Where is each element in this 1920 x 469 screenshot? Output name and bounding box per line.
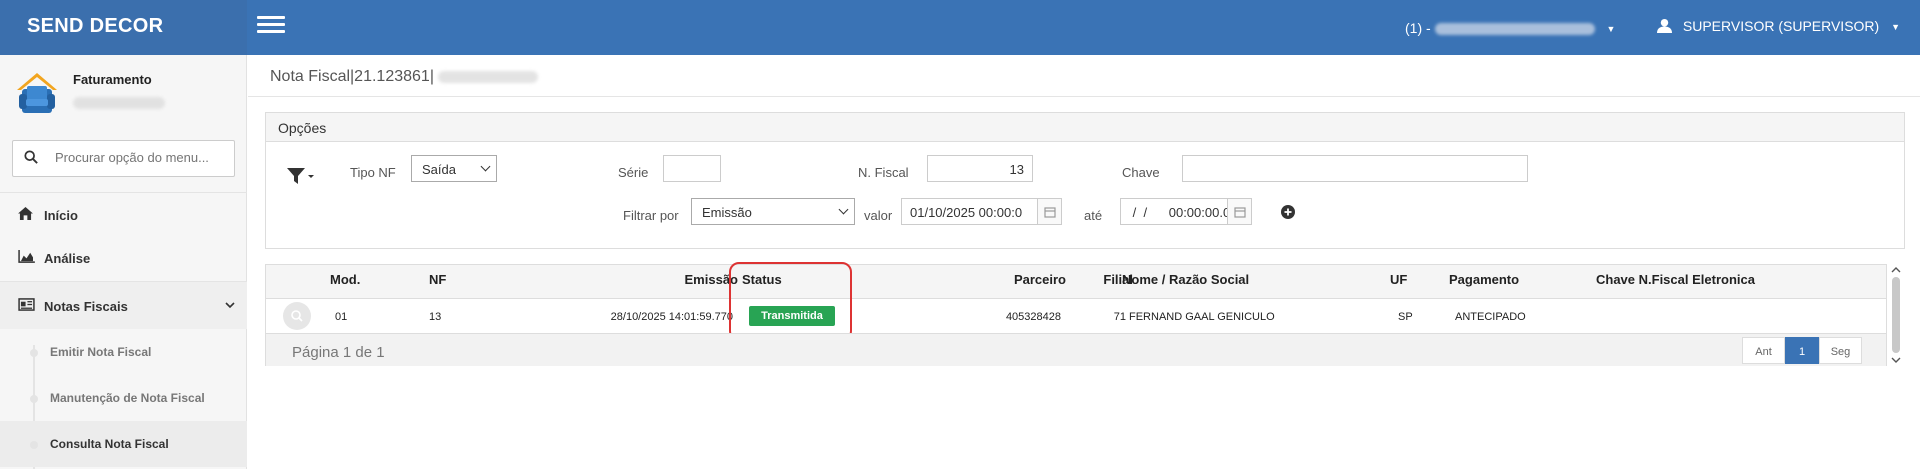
search-icon xyxy=(24,150,38,164)
calendar-icon xyxy=(1234,207,1246,218)
column-header-chave[interactable]: Chave N.Fiscal Eletronica xyxy=(1596,272,1755,287)
cell-nf: 13 xyxy=(429,311,442,323)
cell-pagamento: ANTECIPADO xyxy=(1455,311,1526,323)
column-header-nf[interactable]: NF xyxy=(429,272,446,287)
valor-label: valor xyxy=(864,208,893,223)
caret-down-icon: ▼ xyxy=(1606,24,1616,35)
bullet-icon xyxy=(30,349,38,357)
magnifier-icon[interactable] xyxy=(283,302,311,330)
scroll-thumb[interactable] xyxy=(1892,277,1900,353)
column-header-parceiro[interactable]: Parceiro xyxy=(986,272,1066,287)
armchair-logo-icon xyxy=(13,68,61,116)
nfiscal-label: N. Fiscal xyxy=(858,165,909,180)
valor-calendar-button[interactable] xyxy=(1038,198,1062,225)
page-title: Nota Fiscal|21.123861| xyxy=(270,68,538,86)
calendar-icon xyxy=(1044,207,1056,218)
sidebar-item-label: Notas Fiscais xyxy=(44,299,128,314)
ate-calendar-button[interactable] xyxy=(1228,198,1252,225)
scroll-down-icon[interactable] xyxy=(1889,354,1903,366)
cell-filial: 71 xyxy=(1113,311,1126,323)
page-title-text: Nota Fiscal|21.123861| xyxy=(270,68,434,85)
chevron-down-icon xyxy=(838,204,849,215)
chave-label: Chave xyxy=(1122,165,1160,180)
user-menu[interactable]: SUPERVISOR (SUPERVISOR) ▼ xyxy=(1657,18,1900,34)
grid-footer: Página 1 de 1 Ant 1 Seg xyxy=(266,334,1886,366)
app-title: Faturamento xyxy=(73,72,152,87)
filter-icon[interactable] xyxy=(286,167,314,185)
top-bar: SEND DECOR (1) - ▼ SUPERVISOR (SUPERVISO… xyxy=(0,0,1920,55)
tipo-nf-label: Tipo NF xyxy=(350,165,396,180)
menu-search[interactable] xyxy=(12,140,235,177)
sidebar-subitem-label: Manutenção de Nota Fiscal xyxy=(50,391,205,405)
column-header-nome[interactable]: Nome / Razão Social xyxy=(1122,272,1249,287)
page-title-redacted xyxy=(437,70,538,83)
options-panel: Opções Tipo NF Saída Série N. Fiscal 13 … xyxy=(265,112,1905,249)
brand-logo[interactable]: SEND DECOR xyxy=(0,0,247,55)
ate-label: até xyxy=(1084,208,1103,223)
caret-down-icon: ▼ xyxy=(1891,22,1901,33)
chave-input[interactable] xyxy=(1182,155,1528,182)
app-subtitle-redacted xyxy=(73,94,165,109)
pager-prev-button[interactable]: Ant xyxy=(1742,337,1785,364)
page-info: Página 1 de 1 xyxy=(292,344,385,361)
sidebar: Faturamento Início Análise Notas Fiscais… xyxy=(0,55,247,469)
pager-page-1-button[interactable]: 1 xyxy=(1785,337,1819,364)
column-header-uf[interactable]: UF xyxy=(1390,272,1407,287)
sidebar-subitem-label: Consulta Nota Fiscal xyxy=(50,437,169,451)
sidebar-item-notas-fiscais[interactable]: Notas Fiscais xyxy=(0,281,247,329)
cell-emissao: 28/10/2025 14:01:59.770 xyxy=(610,311,733,323)
filtrar-select[interactable]: Emissão xyxy=(691,198,855,225)
serie-input[interactable] xyxy=(663,155,721,182)
cell-nome: FERNAND GAAL GENICULO xyxy=(1129,311,1275,323)
sidebar-item-label: Análise xyxy=(44,251,91,266)
store-name-redacted xyxy=(1434,23,1595,36)
serie-label: Série xyxy=(618,165,649,180)
ate-input[interactable]: / / 00:00:00.0 xyxy=(1120,198,1228,225)
menu-search-input[interactable] xyxy=(55,150,225,165)
bullet-icon xyxy=(30,395,38,403)
store-selector[interactable]: (1) - ▼ xyxy=(1405,20,1615,36)
column-header-mod[interactable]: Mod. xyxy=(330,272,360,287)
results-grid: Mod. NF Emissão Status Parceiro Filial N… xyxy=(265,262,1887,366)
sidebar-subitem-emitir[interactable]: Emitir Nota Fiscal xyxy=(0,329,247,375)
sidebar-item-analise[interactable]: Análise xyxy=(0,236,247,280)
sidebar-subitem-manutencao[interactable]: Manutenção de Nota Fiscal xyxy=(0,375,247,421)
user-icon xyxy=(1657,18,1672,33)
filtrar-value: Emissão xyxy=(702,205,752,220)
filtrar-label: Filtrar por xyxy=(623,208,679,223)
user-label: SUPERVISOR (SUPERVISOR) xyxy=(1682,18,1880,34)
tipo-nf-select[interactable]: Saída xyxy=(411,155,497,182)
sidebar-item-inicio[interactable]: Início xyxy=(0,192,247,236)
invoice-icon xyxy=(18,298,35,311)
add-filter-icon[interactable] xyxy=(1281,205,1295,219)
cell-mod: 01 xyxy=(335,311,348,323)
sidebar-subitem-label: Emitir Nota Fiscal xyxy=(50,345,152,359)
chevron-down-icon xyxy=(225,302,235,309)
bullet-icon xyxy=(30,441,38,449)
status-highlight-annotation xyxy=(729,262,852,341)
options-header: Opções xyxy=(266,113,1904,142)
divider xyxy=(248,96,1920,97)
main-content: Nota Fiscal|21.123861| Opções Tipo NF Sa… xyxy=(248,55,1920,469)
scroll-up-icon[interactable] xyxy=(1889,264,1903,276)
chevron-down-icon xyxy=(480,161,491,172)
nfiscal-input[interactable]: 13 xyxy=(927,155,1033,182)
table-row[interactable]: 01 13 28/10/2025 14:01:59.770 Transmitid… xyxy=(266,299,1886,333)
store-prefix: (1) - xyxy=(1405,20,1431,36)
pager-next-button[interactable]: Seg xyxy=(1819,337,1862,364)
valor-input[interactable]: 01/10/2025 00:00:0 xyxy=(901,198,1038,225)
area-chart-icon xyxy=(18,250,35,263)
sidebar-item-label: Início xyxy=(44,208,78,223)
cell-uf: SP xyxy=(1398,311,1413,323)
tipo-nf-value: Saída xyxy=(422,162,456,177)
menu-toggle-icon[interactable] xyxy=(257,16,285,36)
sidebar-subitem-consulta[interactable]: Consulta Nota Fiscal xyxy=(0,421,247,467)
cell-parceiro: 405328428 xyxy=(1005,311,1061,323)
column-header-emissao[interactable]: Emissão xyxy=(658,272,738,287)
column-header-pagamento[interactable]: Pagamento xyxy=(1449,272,1519,287)
home-icon xyxy=(18,207,33,220)
grid-scrollbar[interactable] xyxy=(1889,264,1903,366)
